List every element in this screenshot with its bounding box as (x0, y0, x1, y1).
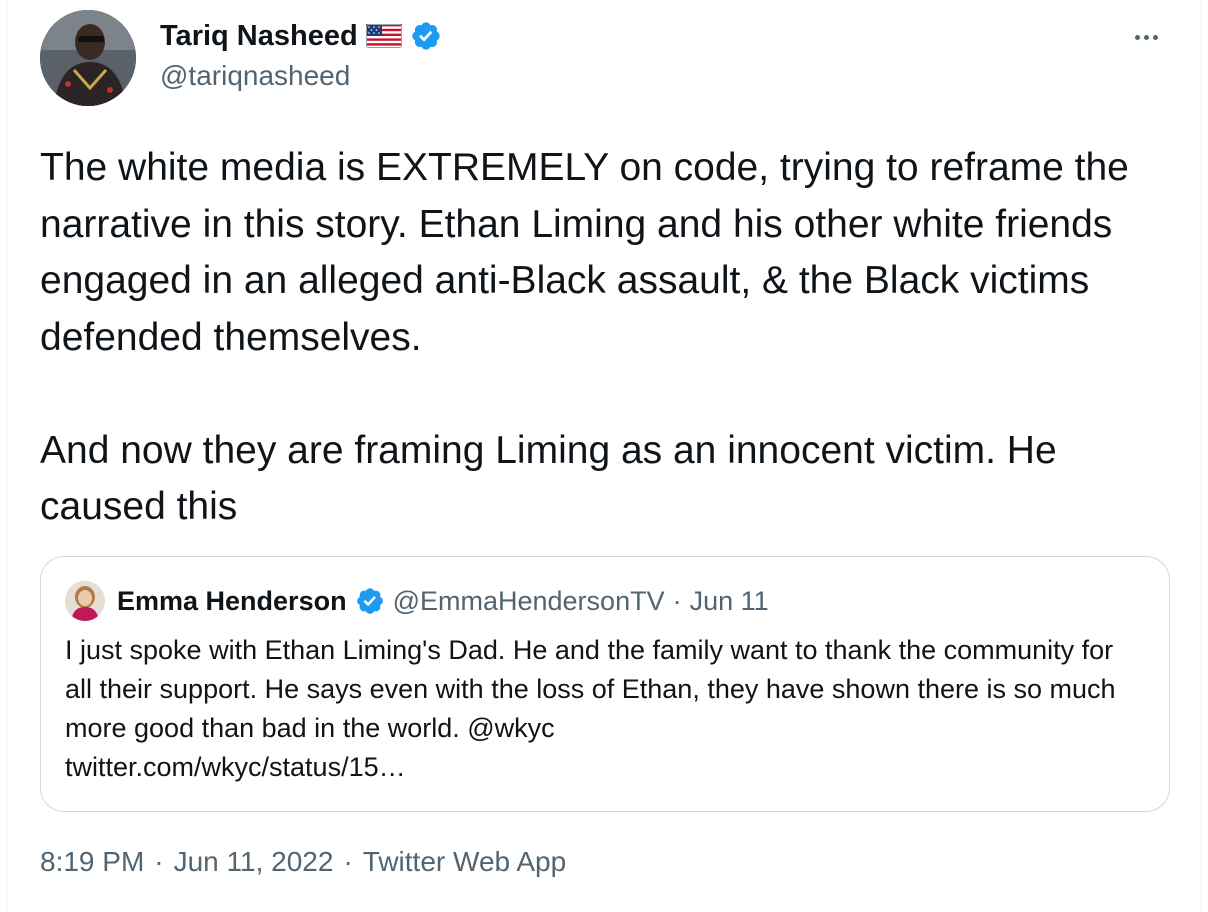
quoted-tweet[interactable]: Emma Henderson @EmmaHendersonTV · Jun 11… (40, 556, 1170, 812)
quoted-tweet-date: Jun 11 (689, 585, 769, 616)
tweet-meta: 8:19 PM · Jun 11, 2022 · Twitter Web App (40, 846, 566, 878)
tweet-source[interactable]: Twitter Web App (363, 846, 566, 878)
tweet-date[interactable]: Jun 11, 2022 (174, 846, 334, 878)
separator-dot: · (154, 846, 164, 877)
quoted-author-avatar[interactable] (65, 581, 105, 621)
quoted-author-handle: @EmmaHendersonTV (392, 585, 665, 616)
us-flag-icon (365, 24, 402, 48)
author-name-row: Tariq Nasheed (160, 16, 442, 56)
verified-badge-icon (410, 20, 442, 52)
author-avatar[interactable] (40, 10, 136, 106)
separator-dot: · (672, 585, 682, 616)
quoted-tweet-text: I just spoke with Ethan Liming's Dad. He… (65, 635, 1116, 782)
separator-dot: · (343, 846, 353, 877)
tweet-time[interactable]: 8:19 PM (40, 846, 144, 878)
author-handle[interactable]: @tariqnasheed (160, 60, 350, 92)
author-name[interactable]: Tariq Nasheed (160, 20, 358, 53)
verified-badge-icon (355, 586, 385, 616)
quoted-author-name: Emma Henderson (117, 585, 347, 616)
quoted-tweet-header: Emma Henderson @EmmaHendersonTV · Jun 11 (65, 581, 769, 621)
more-options-icon[interactable] (1124, 22, 1168, 52)
tweet-text: The white media is EXTREMELY on code, tr… (40, 146, 1129, 528)
